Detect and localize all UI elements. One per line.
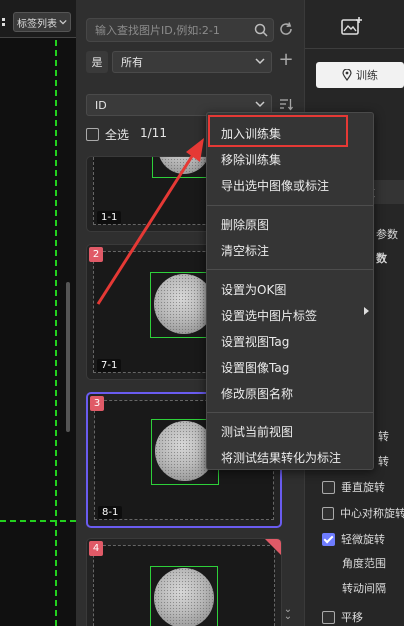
checkbox[interactable] [322, 480, 335, 494]
tag-list-dropdown[interactable]: 标签列表 [13, 12, 71, 32]
menu-divider [207, 412, 373, 413]
rotation-option-label: 转 [378, 455, 389, 468]
slight-rotate-option[interactable]: 轻微旋转 [322, 531, 404, 547]
context-menu: 加入训练集 移除训练集 导出选中图像或标注 删除原图 清空标注 设置为OK图 设… [206, 112, 374, 470]
location-pin-icon [342, 69, 352, 81]
sample-disc [154, 274, 214, 334]
grid-icon[interactable] [0, 12, 10, 32]
thumbnail-label: 7-1 [97, 359, 122, 372]
menu-item-set-ok-image[interactable]: 设置为OK图 [221, 281, 286, 298]
central-flip-label: 中心对称旋转 [340, 507, 404, 520]
rotation-option-label: 转 [378, 430, 389, 443]
menu-item-delete-original[interactable]: 删除原图 [221, 216, 269, 233]
menu-item-remove-from-training-set[interactable]: 移除训练集 [221, 151, 281, 168]
menu-divider [207, 269, 373, 270]
search-input[interactable] [95, 22, 245, 38]
filter-value-select[interactable]: 所有 [112, 51, 272, 73]
slight-rotate-label: 轻微旋转 [341, 533, 385, 546]
vertical-guide-line [55, 40, 57, 626]
menu-item-set-image-tag[interactable]: 设置图像Tag [221, 359, 289, 376]
menu-item-set-view-tag[interactable]: 设置视图Tag [221, 333, 289, 350]
index-badge: 3 [90, 396, 104, 411]
param-label: 参数 [376, 228, 398, 241]
menu-item-clear-annotations[interactable]: 清空标注 [221, 242, 269, 259]
thumbnail-label: 1-1 [97, 211, 122, 224]
submenu-arrow-icon [364, 307, 369, 315]
selection-count: 1/11 [140, 126, 167, 140]
select-all-label: 全选 [105, 128, 130, 142]
translate-label: 平移 [341, 611, 363, 624]
menu-divider [207, 205, 373, 206]
menu-item-set-image-label[interactable]: 设置选中图片标签 [221, 307, 317, 324]
select-all-checkbox[interactable]: 全选 [86, 126, 129, 143]
sample-disc [154, 568, 214, 626]
vertical-flip-option[interactable]: 垂直旋转 [322, 479, 404, 495]
param-label: 数 [376, 252, 387, 265]
thumbnail-image [93, 545, 275, 626]
chevron-down-icon [59, 19, 67, 25]
search-icon[interactable] [254, 23, 268, 37]
search-box[interactable] [86, 18, 274, 42]
panel-divider [305, 48, 404, 49]
angle-range-label: 角度范围 [342, 557, 386, 570]
rotate-interval-label: 转动间隔 [342, 582, 386, 595]
menu-item-test-current-view[interactable]: 测试当前视图 [221, 423, 293, 440]
image-canvas[interactable]: 标签列表 [0, 0, 76, 626]
corner-flag [265, 539, 281, 555]
checkbox-checked[interactable] [322, 532, 335, 546]
thumbnail-label: 8-1 [98, 506, 123, 519]
central-flip-option[interactable]: 中心对称旋转 [322, 505, 404, 521]
sort-order-icon[interactable] [279, 97, 293, 111]
checkbox[interactable] [322, 506, 334, 520]
canvas-scrollbar[interactable] [66, 282, 70, 432]
menu-item-export-selected[interactable]: 导出选中图像或标注 [221, 177, 329, 194]
train-button[interactable]: 训练 [316, 62, 404, 88]
scroll-to-bottom-icon[interactable]: ⌄ ⌄ [282, 605, 294, 622]
index-badge: 2 [89, 247, 103, 262]
chevron-down-icon [255, 58, 265, 65]
canvas-toolbar-divider [0, 37, 76, 38]
menu-item-rename-original[interactable]: 修改原图名称 [221, 385, 293, 402]
index-badge: 4 [89, 541, 103, 556]
add-filter-icon[interactable]: + [277, 51, 295, 70]
horizontal-guide-line [0, 520, 76, 522]
checkbox[interactable] [86, 128, 99, 141]
add-image-icon[interactable] [340, 16, 364, 38]
checkbox[interactable] [322, 610, 335, 624]
refresh-icon[interactable] [278, 21, 294, 37]
thumbnail-card[interactable]: 4 [86, 538, 282, 626]
train-button-label: 训练 [356, 69, 378, 82]
sort-field: ID [95, 98, 107, 112]
filter-value: 所有 [121, 56, 143, 69]
filter-operator[interactable]: 是 [86, 51, 108, 73]
highlight-box [208, 115, 348, 147]
tag-list-label: 标签列表 [17, 18, 57, 30]
menu-item-convert-results-to-annotations[interactable]: 将测试结果转化为标注 [221, 449, 341, 466]
translate-option[interactable]: 平移 [322, 609, 404, 625]
vertical-flip-label: 垂直旋转 [341, 481, 385, 494]
chevron-down-icon [255, 101, 265, 108]
